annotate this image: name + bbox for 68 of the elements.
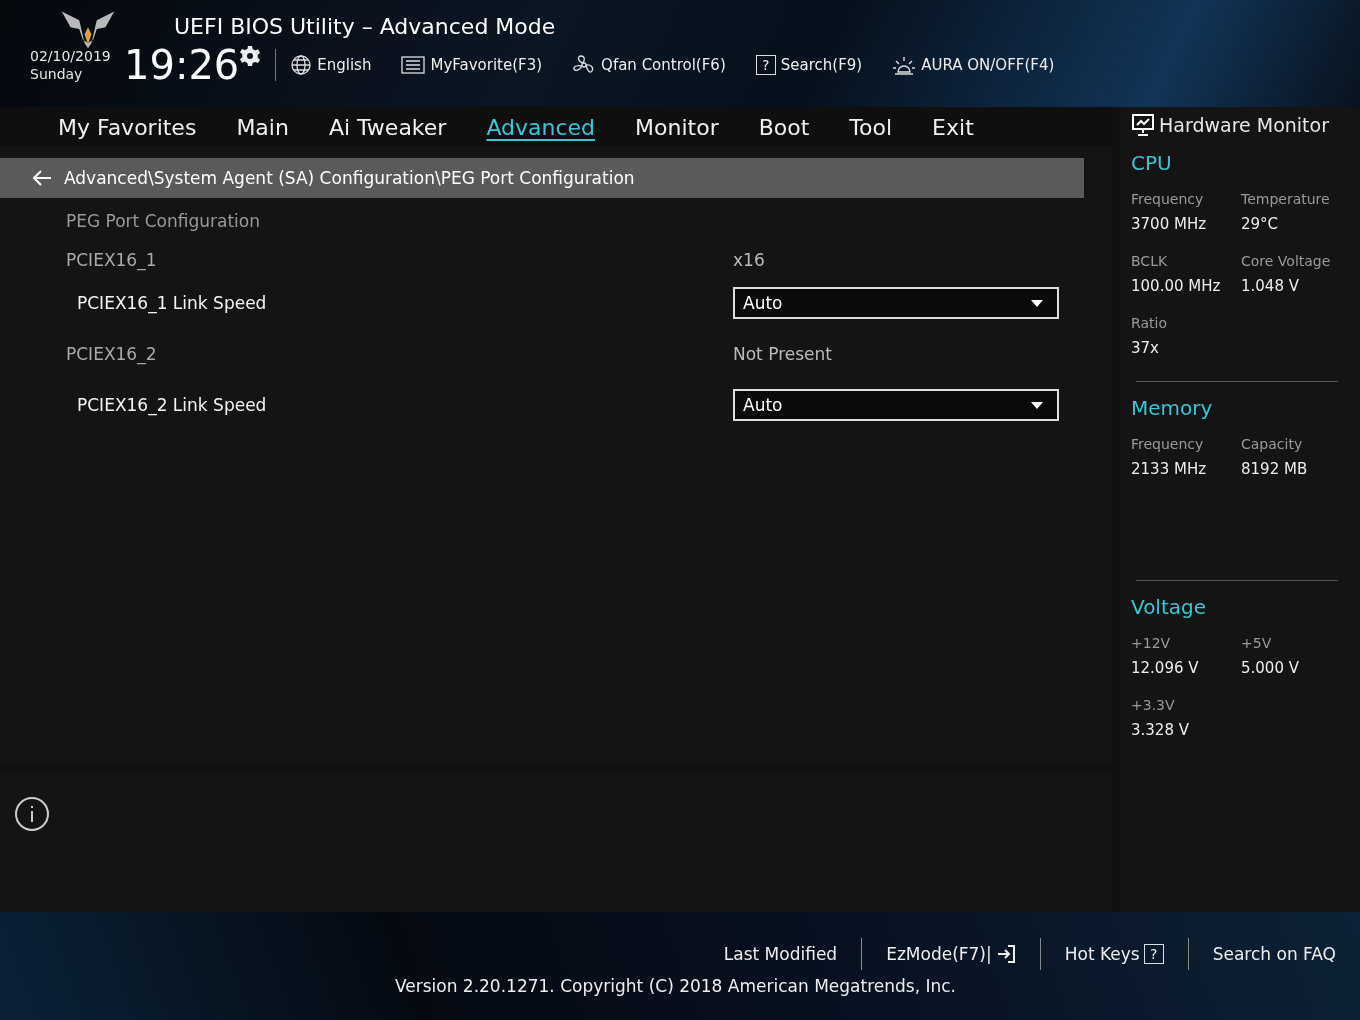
metric-label: +12V: [1131, 635, 1172, 651]
metric-value: 2133 MHz: [1131, 460, 1208, 478]
menu-tab[interactable]: Ai Tweaker: [328, 114, 447, 140]
metric-value: 29°C: [1241, 215, 1280, 233]
help-icon: ?: [755, 55, 776, 75]
menu-tab[interactable]: Advanced: [486, 114, 596, 140]
settings-icon[interactable]: [239, 45, 262, 67]
metric-value: 3.328 V: [1131, 721, 1190, 739]
help-icon: ?: [1143, 944, 1164, 964]
metric-label: Frequency: [1131, 191, 1205, 207]
setting-label: PCIEX16_1: [66, 250, 158, 270]
globe-icon: [290, 54, 313, 76]
section-title: Voltage: [1131, 595, 1208, 619]
list-icon: [401, 56, 426, 74]
setting-value: x16: [733, 250, 765, 270]
metric-label: Core Voltage: [1241, 253, 1332, 269]
lamp-icon: [892, 54, 917, 76]
footer-link[interactable]: Last Modified: [711, 944, 850, 964]
panel-title: Hardware Monitor: [1159, 114, 1329, 136]
back-arrow-icon[interactable]: [32, 170, 52, 186]
menu-tab[interactable]: Main: [236, 114, 289, 140]
menu-tab[interactable]: My Favorites: [58, 114, 197, 140]
metric-label: Frequency: [1131, 436, 1205, 452]
day-text: Sunday: [30, 65, 84, 83]
caret-icon: [1031, 299, 1043, 307]
section-heading: PEG Port Configuration: [66, 211, 261, 231]
metric-label: Temperature: [1241, 191, 1331, 207]
window-title: UEFI BIOS Utility – Advanced Mode: [174, 14, 556, 39]
caret-icon: [1031, 401, 1043, 409]
menu-tab[interactable]: Exit: [932, 114, 974, 140]
toolbar-button[interactable]: Qfan Control(F6): [572, 54, 726, 76]
section-title: Memory: [1131, 396, 1214, 420]
monitor-icon: [1131, 113, 1155, 137]
dropdown-field[interactable]: Auto: [733, 287, 1059, 319]
footer-link[interactable]: EzMode(F7)|: [874, 944, 1028, 964]
toolbar-button[interactable]: MyFavorite(F3): [401, 56, 543, 74]
toolbar-button[interactable]: English: [290, 54, 372, 76]
metric-value: 1.048 V: [1241, 277, 1300, 295]
footer-link[interactable]: Search on FAQ: [1200, 944, 1348, 964]
metric-value: 100.00 MHz: [1131, 277, 1222, 295]
metric-value: 37x: [1131, 339, 1160, 357]
toolbar-button[interactable]: ? Search(F9): [755, 55, 863, 75]
version-text: Version 2.20.1271. Copyright (C) 2018 American Megatrends, Inc.: [394, 976, 956, 996]
metric-value: 12.096 V: [1131, 659, 1200, 677]
setting-label: PCIEX16_1 Link Speed: [77, 293, 268, 313]
footer-link[interactable]: Hot Keys ?: [1052, 944, 1176, 964]
clock-text: 19:26: [124, 43, 240, 87]
toolbar-button[interactable]: AURA ON/OFF(F4): [892, 54, 1055, 76]
setting-value: Not Present: [733, 344, 832, 364]
menu-tab[interactable]: Boot: [758, 114, 810, 140]
setting-label: PCIEX16_2: [66, 344, 158, 364]
metric-label: BCLK: [1131, 253, 1169, 269]
date-text: 02/10/2019: [30, 47, 112, 65]
setting-label: PCIEX16_2 Link Speed: [77, 395, 268, 415]
metric-label: +3.3V: [1131, 697, 1176, 713]
metric-label: Capacity: [1241, 436, 1304, 452]
metric-label: +5V: [1241, 635, 1273, 651]
menu-tab[interactable]: Tool: [849, 114, 893, 140]
metric-label: Ratio: [1131, 315, 1168, 331]
metric-value: 3700 MHz: [1131, 215, 1208, 233]
metric-value: 8192 MB: [1241, 460, 1309, 478]
exit-icon: [995, 944, 1016, 964]
breadcrumb-text: Advanced\System Agent (SA) Configuration\PEG Port Configuration: [64, 168, 635, 188]
section-title: CPU: [1131, 151, 1173, 175]
info-icon: [14, 796, 50, 832]
menu-tab[interactable]: Monitor: [635, 114, 719, 140]
metric-value: 5.000 V: [1241, 659, 1300, 677]
dropdown-field[interactable]: Auto: [733, 389, 1059, 421]
